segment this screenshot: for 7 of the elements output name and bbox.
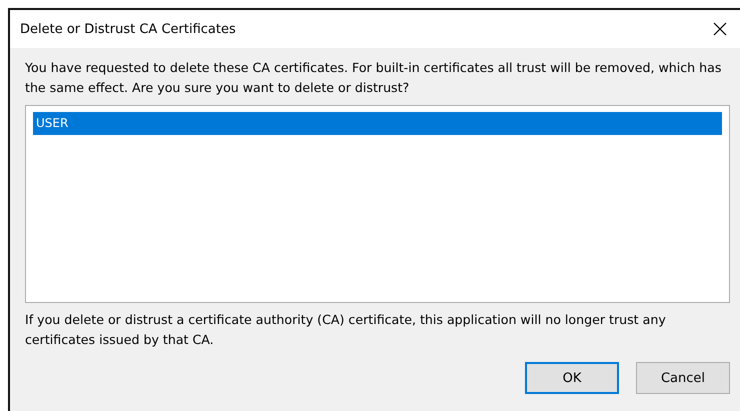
message-text: You have requested to delete these CA certificates. For built-in certificates all trust will be removed, which has the same effect. Are you sure you want to delete or distrust?: [25, 59, 722, 97]
note-text: If you delete or distrust a certificate authority (CA) certificate, this application will no longer trust any certificates issued by that CA.: [25, 311, 667, 349]
cancel-button[interactable]: Cancel: [636, 362, 730, 394]
ok-button[interactable]: OK: [525, 362, 619, 394]
certificate-item[interactable]: USER: [33, 112, 722, 135]
window-title: Delete or Distrust CA Certificates: [20, 22, 236, 36]
close-icon: [713, 22, 727, 36]
